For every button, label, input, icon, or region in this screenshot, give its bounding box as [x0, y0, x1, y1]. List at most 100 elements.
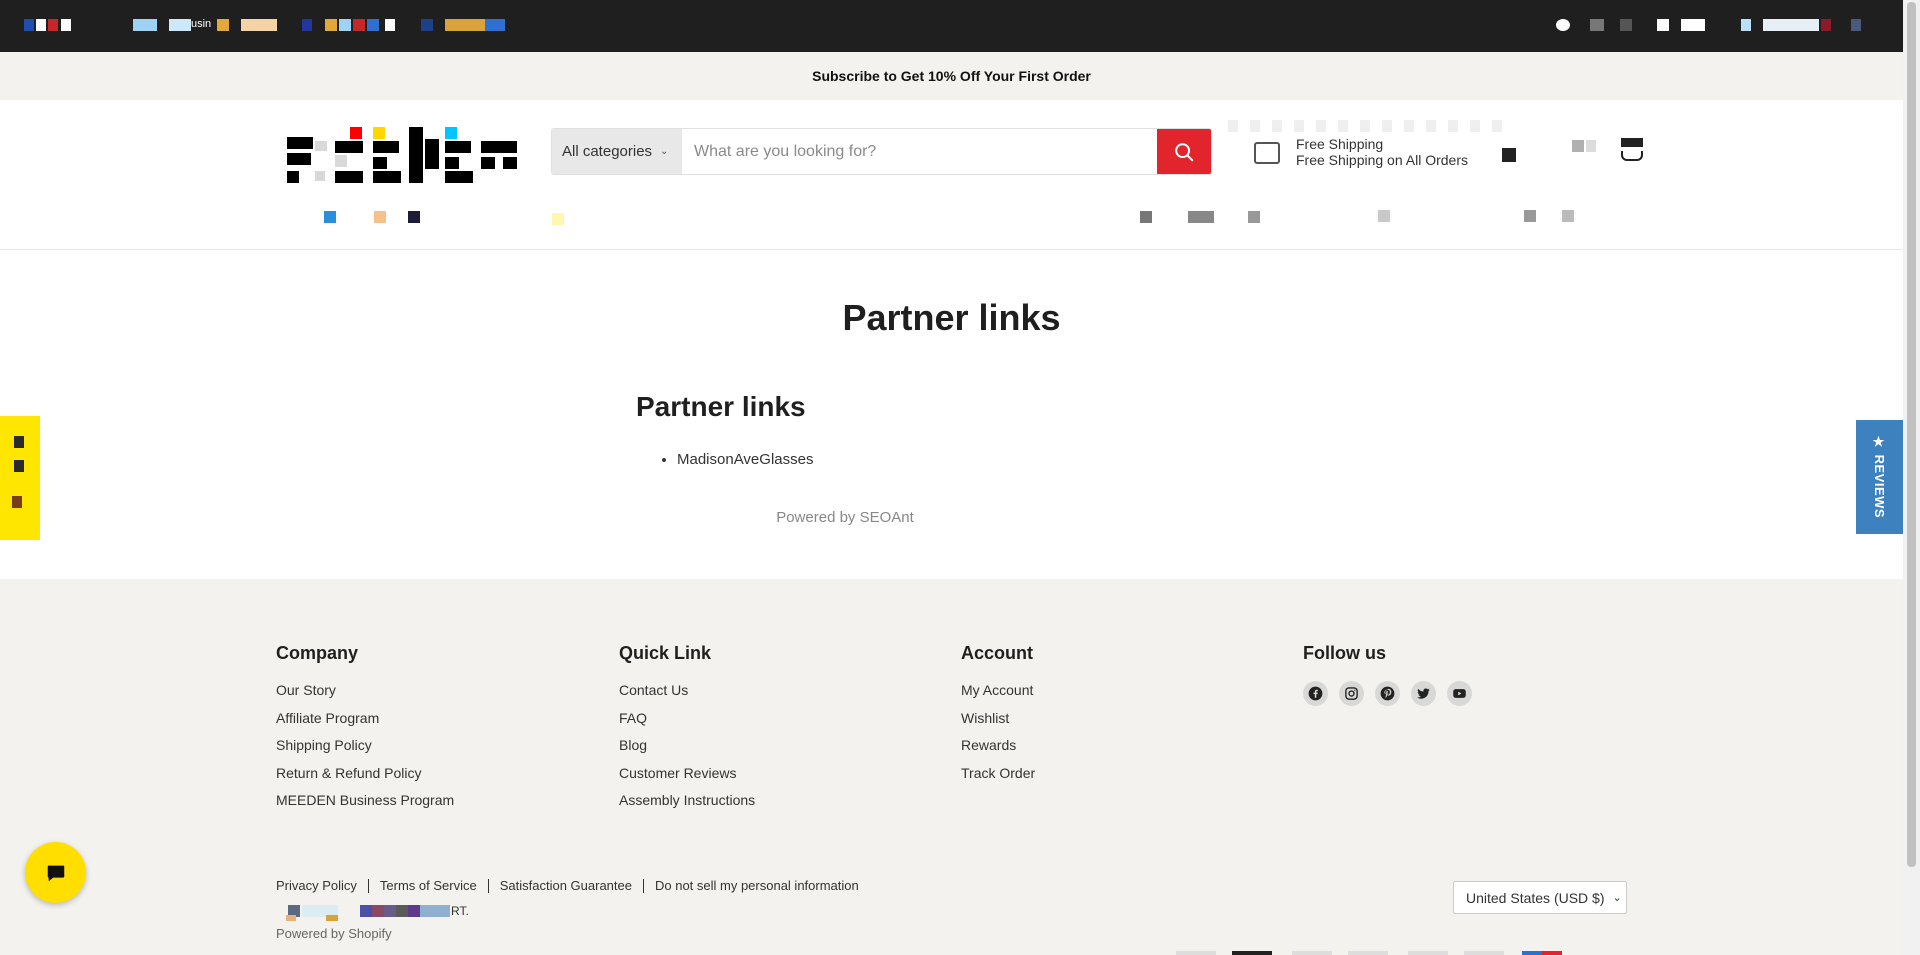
topbar-link[interactable]	[339, 19, 351, 31]
footer-link[interactable]: Track Order	[961, 764, 1035, 782]
topbar-link[interactable]	[302, 19, 312, 31]
payment-icon	[1348, 951, 1388, 955]
topbar-link[interactable]	[241, 19, 277, 31]
nav-item[interactable]	[408, 211, 420, 223]
scrollbar-thumb[interactable]	[1907, 2, 1916, 867]
footer-link[interactable]: FAQ	[619, 709, 755, 727]
divider	[487, 878, 489, 893]
nav-item-shop[interactable]	[324, 211, 336, 223]
category-select-label: All categories	[562, 143, 653, 160]
page-scrollbar[interactable]	[1903, 0, 1920, 955]
topbar-link[interactable]	[1851, 19, 1861, 31]
announcement-text[interactable]: Subscribe to Get 10% Off Your First Orde…	[812, 68, 1091, 84]
footer-link[interactable]: Rewards	[961, 736, 1035, 754]
search-input[interactable]	[682, 129, 1157, 174]
footer-link[interactable]: Assembly Instructions	[619, 791, 755, 809]
site-footer: Company Our Story Affiliate Program Ship…	[0, 579, 1903, 955]
nav-item[interactable]	[1248, 211, 1260, 223]
nav-item[interactable]	[1378, 210, 1390, 222]
facebook-icon[interactable]	[1303, 681, 1328, 706]
rewards-side-tab[interactable]	[0, 416, 40, 540]
divider	[367, 878, 369, 893]
topbar-link[interactable]	[61, 19, 71, 31]
instagram-icon[interactable]	[1339, 681, 1364, 706]
nav-item[interactable]	[1524, 210, 1536, 222]
payment-icon	[1232, 951, 1272, 955]
privacy-policy-link[interactable]: Privacy Policy	[276, 878, 357, 893]
chat-button[interactable]	[25, 842, 86, 903]
search-button[interactable]	[1157, 129, 1211, 174]
footer-link[interactable]: Wishlist	[961, 709, 1035, 727]
header-promo-decor	[1228, 120, 1508, 132]
announcement-bar[interactable]: Subscribe to Get 10% Off Your First Orde…	[0, 52, 1903, 100]
main-content: Partner links Partner links MadisonAveGl…	[0, 251, 1903, 579]
footer-link[interactable]: My Account	[961, 681, 1035, 699]
category-select[interactable]: All categories ⌄	[552, 129, 682, 174]
shipping-promo[interactable]: Free Shipping Free Shipping on All Order…	[1252, 136, 1468, 168]
footer-heading: Company	[276, 643, 359, 663]
account-decor	[1586, 140, 1596, 152]
topbar-link[interactable]	[133, 19, 157, 31]
mail-icon[interactable]	[1620, 19, 1632, 31]
footer-link[interactable]: Our Story	[276, 681, 454, 699]
legal-links: Privacy Policy Terms of Service Satisfac…	[276, 878, 859, 893]
topbar-link[interactable]	[325, 19, 337, 31]
topbar-link[interactable]	[385, 19, 395, 31]
topbar-link[interactable]	[485, 19, 505, 31]
payment-icon	[1464, 951, 1504, 955]
site-header: All categories ⌄ Free Shipping Free Ship…	[0, 100, 1903, 327]
topbar-link[interactable]	[1657, 19, 1669, 31]
copyright-text: RT.	[451, 904, 469, 918]
topbar-link[interactable]	[367, 19, 379, 31]
footer-link[interactable]: Return & Refund Policy	[276, 764, 454, 782]
user-icon[interactable]	[1502, 148, 1516, 162]
nav-item[interactable]	[1562, 210, 1574, 222]
payment-icon	[1176, 951, 1216, 955]
twitter-icon[interactable]	[1411, 681, 1436, 706]
powered-by-seoant[interactable]: Powered by SEOAnt	[0, 509, 1690, 526]
topbar-link[interactable]	[48, 19, 58, 31]
youtube-icon[interactable]	[1447, 681, 1472, 706]
topbar-link[interactable]	[217, 19, 229, 31]
topbar-link[interactable]	[1763, 19, 1819, 31]
footer-column-account: Account My Account Wishlist Rewards Trac…	[961, 643, 1035, 791]
footer-heading: Account	[961, 643, 1033, 663]
partner-link[interactable]: MadisonAveGlasses	[677, 451, 813, 468]
satisfaction-guarantee-link[interactable]: Satisfaction Guarantee	[500, 878, 632, 893]
topbar-link[interactable]	[1821, 19, 1831, 31]
currency-selector[interactable]: United States (USD $) ⌄	[1453, 881, 1627, 914]
nav-item[interactable]	[1140, 211, 1152, 223]
topbar-link[interactable]	[445, 19, 485, 31]
footer-link[interactable]: Affiliate Program	[276, 709, 454, 727]
reviews-tab-label: ★ REVIEWS	[1872, 435, 1887, 519]
nav-item[interactable]	[1188, 211, 1214, 223]
social-links	[1303, 681, 1472, 706]
terms-of-service-link[interactable]: Terms of Service	[380, 878, 477, 893]
pinterest-icon[interactable]	[1375, 681, 1400, 706]
phone-icon[interactable]	[1590, 19, 1604, 31]
topbar-link[interactable]	[24, 19, 34, 31]
footer-link[interactable]: Shipping Policy	[276, 736, 454, 754]
chat-icon[interactable]	[1556, 19, 1570, 31]
footer-link[interactable]: MEEDEN Business Program	[276, 791, 454, 809]
footer-link[interactable]: Blog	[619, 736, 755, 754]
do-not-sell-link[interactable]: Do not sell my personal information	[655, 878, 859, 893]
nav-item[interactable]	[552, 213, 564, 225]
topbar-link[interactable]	[1681, 19, 1705, 31]
chevron-down-icon: ⌄	[1612, 892, 1622, 904]
divider	[642, 878, 644, 893]
topbar-link[interactable]	[353, 19, 365, 31]
account-decor	[1572, 140, 1584, 152]
topbar-link[interactable]	[169, 19, 191, 31]
reviews-tab[interactable]: ★ REVIEWS	[1856, 420, 1903, 534]
powered-by-shopify[interactable]: Powered by Shopify	[276, 926, 392, 941]
topbar-link[interactable]	[421, 19, 433, 31]
topbar-link[interactable]	[36, 19, 46, 31]
topbar-link[interactable]	[1741, 19, 1751, 31]
footer-link[interactable]: Customer Reviews	[619, 764, 755, 782]
store-logo[interactable]	[285, 127, 517, 187]
footer-link[interactable]: Contact Us	[619, 681, 755, 699]
topbar-link-text[interactable]: usin	[191, 18, 211, 30]
nav-item[interactable]	[374, 211, 386, 223]
cart-icon[interactable]	[1620, 138, 1646, 164]
